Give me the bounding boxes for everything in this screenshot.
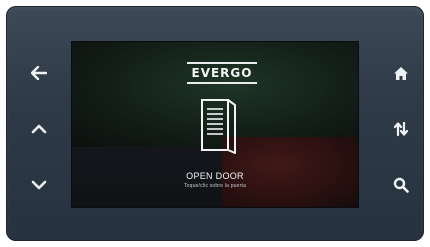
open-door-button[interactable] xyxy=(199,97,239,155)
open-door-label: OPEN DOOR xyxy=(186,171,244,181)
brand-logo: EVERGO xyxy=(187,62,257,84)
chevron-down-icon xyxy=(31,180,47,190)
open-door-hint: Toque/clic sobre la puerta xyxy=(183,183,247,189)
home-icon xyxy=(394,66,408,80)
swap-arrows-icon xyxy=(393,121,409,137)
home-button[interactable] xyxy=(384,58,418,88)
arrow-left-icon xyxy=(31,66,47,80)
scroll-down-button[interactable] xyxy=(22,170,56,200)
door-icon xyxy=(201,99,236,154)
chevron-up-icon xyxy=(31,124,47,134)
scroll-up-button[interactable] xyxy=(22,114,56,144)
search-button[interactable] xyxy=(384,170,418,200)
display-screen: EVERGO OPEN DOOR Toque/clic sobre la pue… xyxy=(72,42,358,207)
search-icon xyxy=(393,177,409,193)
back-button[interactable] xyxy=(22,58,56,88)
switch-button[interactable] xyxy=(384,114,418,144)
